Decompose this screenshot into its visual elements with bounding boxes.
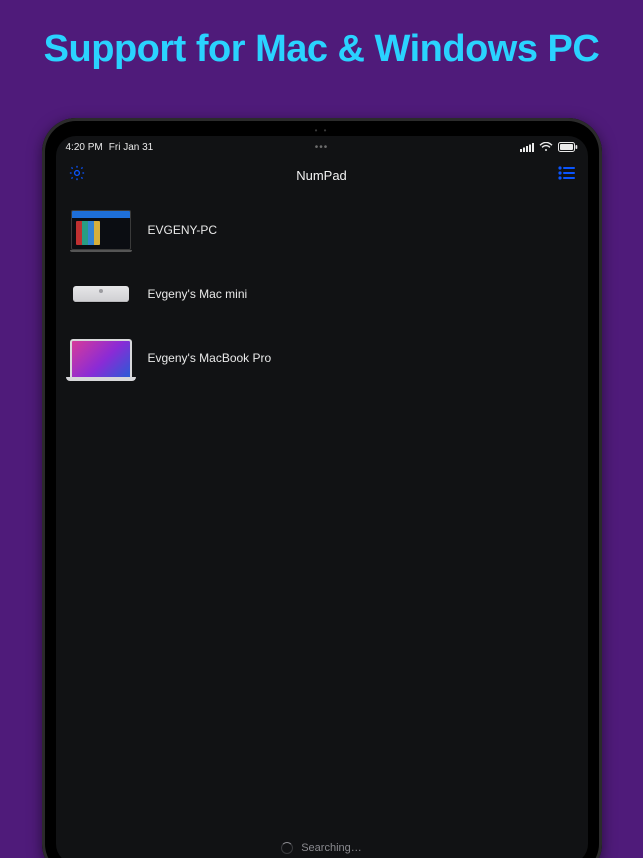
device-row-macbook-pro[interactable]: Evgeny's MacBook Pro [56, 326, 588, 390]
list-icon [558, 166, 576, 185]
gear-icon [68, 164, 86, 187]
device-list: EVGENY-PC Evgeny's Mac mini Evgeny's Mac… [56, 192, 588, 396]
windows-pc-icon [68, 208, 134, 252]
device-label: EVGENY-PC [148, 223, 218, 237]
promo-title: Support for Mac & Windows PC [0, 0, 643, 71]
device-row-windows-pc[interactable]: EVGENY-PC [56, 198, 588, 262]
spinner-icon [281, 842, 293, 854]
device-label: Evgeny's Mac mini [148, 287, 248, 301]
camera-dots-icon: • • [315, 126, 329, 135]
wifi-icon [539, 142, 553, 152]
multitask-dots-icon[interactable]: ••• [315, 142, 329, 153]
searching-label: Searching… [301, 842, 362, 854]
nav-bar: NumPad [56, 158, 588, 192]
status-bar: 4:20 PM Fri Jan 31 ••• [56, 136, 588, 158]
macbook-pro-icon [68, 336, 134, 380]
device-row-mac-mini[interactable]: Evgeny's Mac mini [56, 262, 588, 326]
battery-icon [558, 142, 578, 152]
cellular-signal-icon [520, 143, 534, 152]
list-view-button[interactable] [556, 164, 578, 186]
status-date: Fri Jan 31 [109, 142, 153, 153]
settings-button[interactable] [66, 164, 88, 186]
status-time: 4:20 PM [66, 142, 103, 153]
ipad-frame: • • 4:20 PM Fri Jan 31 ••• [42, 118, 602, 858]
device-screen: 4:20 PM Fri Jan 31 ••• [56, 136, 588, 858]
device-label: Evgeny's MacBook Pro [148, 351, 272, 365]
mac-mini-icon [68, 272, 134, 316]
nav-title: NumPad [296, 168, 347, 183]
searching-footer: Searching… [56, 842, 588, 854]
